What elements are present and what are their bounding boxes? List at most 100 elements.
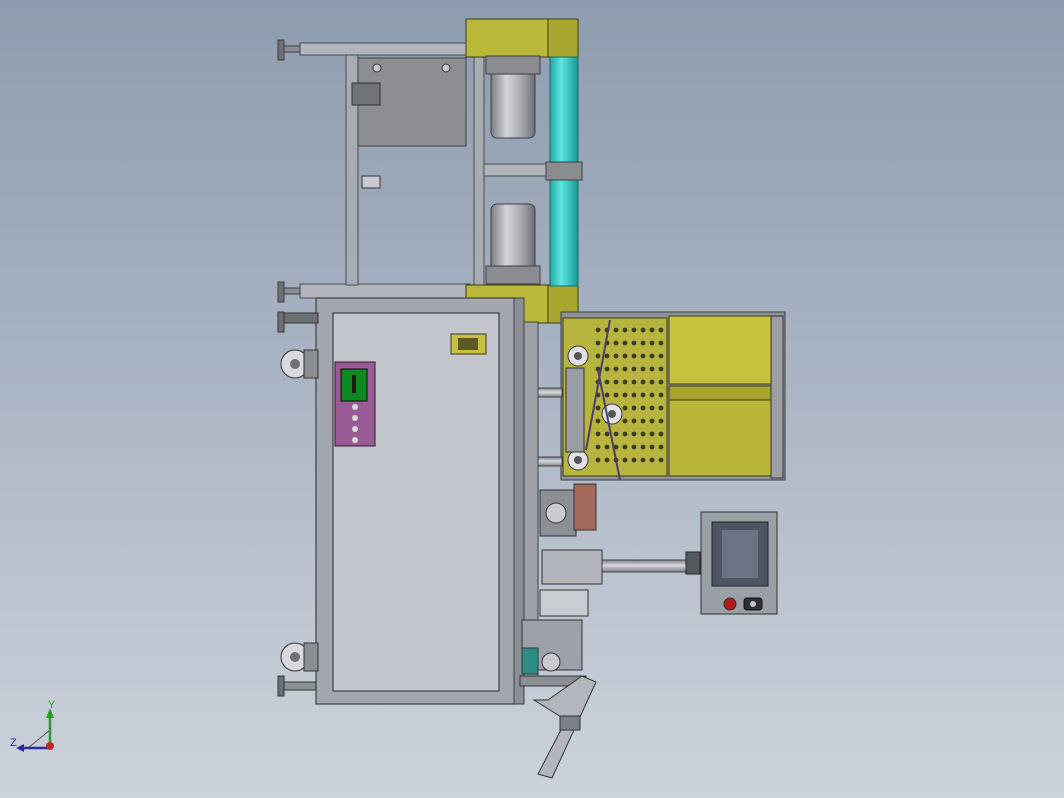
perforation-hole	[604, 392, 610, 398]
perforation-hole	[631, 405, 637, 411]
perforation-hole	[649, 340, 655, 346]
triad-z-label: Z	[10, 737, 17, 749]
perforation-hole	[631, 444, 637, 450]
perforation-hole	[658, 327, 664, 333]
perforation-hole	[622, 340, 628, 346]
perforation-hole	[640, 340, 646, 346]
perforation-hole	[658, 353, 664, 359]
perforation-hole	[649, 379, 655, 385]
motor-upper[interactable]	[485, 55, 541, 139]
perforation-hole	[640, 366, 646, 372]
perforation-hole	[640, 431, 646, 437]
feeder-module[interactable]	[560, 311, 786, 481]
perforation-hole	[631, 431, 637, 437]
perforation-hole	[622, 379, 628, 385]
guide-shaft-2	[537, 456, 563, 467]
perforation-hole	[649, 418, 655, 424]
perforation-hole	[658, 379, 664, 385]
perforation-hole	[649, 366, 655, 372]
main-cabinet[interactable]	[277, 297, 525, 705]
cyan-roller-upper[interactable]	[549, 56, 579, 166]
power-switch-icon[interactable]	[743, 597, 763, 611]
perforation-hole	[622, 353, 628, 359]
perforation-hole	[613, 379, 619, 385]
perforation-hole	[640, 379, 646, 385]
perforation-hole	[613, 353, 619, 359]
perforation-hole	[631, 340, 637, 346]
perforation-hole	[649, 405, 655, 411]
perforation-hole	[631, 379, 637, 385]
perforation-hole	[658, 431, 664, 437]
emergency-stop-icon[interactable]	[723, 597, 737, 611]
hmi-panel[interactable]	[685, 511, 778, 615]
perforation-hole	[640, 327, 646, 333]
perforation-hole	[631, 457, 637, 463]
perforation-hole	[613, 366, 619, 372]
perforation-hole	[649, 353, 655, 359]
perforation-hole	[604, 444, 610, 450]
perforation-hole	[595, 327, 601, 333]
perforation-hole	[595, 418, 601, 424]
perforation-hole	[658, 392, 664, 398]
perforation-hole	[622, 405, 628, 411]
perforation-hole	[631, 353, 637, 359]
perforation-hole	[595, 431, 601, 437]
view-triad-icon[interactable]: Y Z	[10, 699, 56, 752]
perforation-hole	[640, 353, 646, 359]
leveling-foot-top	[277, 39, 301, 61]
lower-mechanism[interactable]	[519, 483, 699, 779]
perforation-hole	[595, 353, 601, 359]
perforation-hole	[631, 418, 637, 424]
perforation-hole	[622, 392, 628, 398]
cyan-roller-lower[interactable]	[549, 175, 579, 287]
perforation-hole	[622, 444, 628, 450]
perforation-hole	[595, 340, 601, 346]
leveling-foot-mid	[277, 281, 301, 303]
perforation-hole	[649, 392, 655, 398]
perforation-hole	[640, 392, 646, 398]
perforation-hole	[604, 379, 610, 385]
leveling-foot-upper	[277, 311, 285, 333]
perforation-hole	[604, 366, 610, 372]
motor-lower[interactable]	[485, 203, 541, 285]
guide-shaft-1	[537, 387, 563, 398]
perforation-hole	[640, 457, 646, 463]
perforation-hole	[595, 405, 601, 411]
perforation-hole	[622, 418, 628, 424]
perforation-hole	[631, 392, 637, 398]
pink-control-box-icon[interactable]	[334, 361, 376, 447]
perforation-hole	[640, 418, 646, 424]
perforation-hole	[658, 405, 664, 411]
perforation-hole	[595, 457, 601, 463]
perforation-hole	[613, 327, 619, 333]
perforation-hole	[658, 444, 664, 450]
yellow-tag	[450, 333, 487, 355]
perforation-hole	[658, 418, 664, 424]
perforation-hole	[640, 444, 646, 450]
perforation-hole	[658, 366, 664, 372]
perforation-hole	[658, 457, 664, 463]
perforation-hole	[622, 327, 628, 333]
caster-upper[interactable]	[280, 312, 319, 379]
roller-clamp	[545, 161, 583, 181]
perforation-hole	[658, 340, 664, 346]
perforation-hole	[604, 353, 610, 359]
caster-lower[interactable]	[277, 642, 319, 697]
perforation-hole	[613, 392, 619, 398]
perforation-hole	[649, 457, 655, 463]
perforation-hole	[640, 405, 646, 411]
perforation-hole	[604, 457, 610, 463]
perforation-hole	[613, 431, 619, 437]
yellow-bearing-block-top[interactable]	[465, 18, 579, 58]
perforation-hole	[649, 431, 655, 437]
perforation-hole	[649, 444, 655, 450]
cad-viewport[interactable]: Y Z	[0, 0, 1064, 798]
triad-y-label: Y	[48, 699, 56, 711]
perforation-hole	[613, 340, 619, 346]
perforation-hole	[595, 444, 601, 450]
perforation-hole	[622, 431, 628, 437]
machine-model[interactable]: Y Z	[0, 0, 1064, 798]
perforation-hole	[604, 431, 610, 437]
perforation-hole	[631, 366, 637, 372]
perforation-hole	[622, 457, 628, 463]
